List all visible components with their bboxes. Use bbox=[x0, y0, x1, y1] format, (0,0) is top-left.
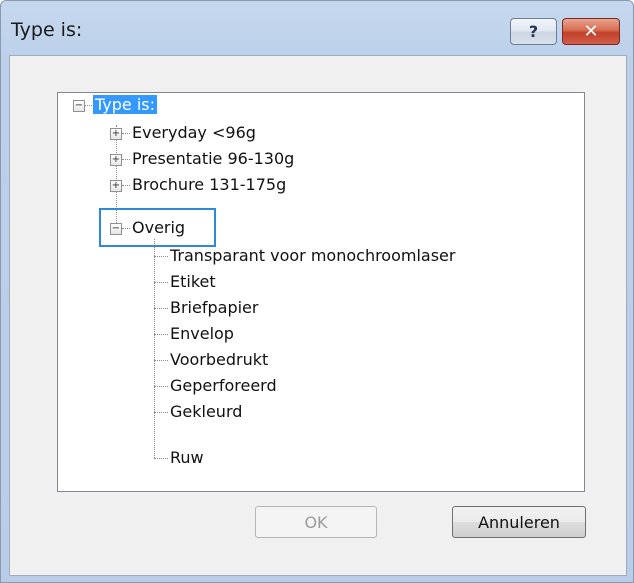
tree-item-envelop[interactable]: Envelop bbox=[170, 323, 234, 345]
tree-item-geperforeerd[interactable]: Geperforeerd bbox=[170, 375, 277, 397]
paper-type-tree[interactable]: − Type is: + Everyday <96g + Presentatie… bbox=[57, 92, 585, 492]
tree-item-briefpapier[interactable]: Briefpapier bbox=[170, 297, 258, 319]
close-icon: ✕ bbox=[583, 21, 599, 42]
tree-item-gekleurd[interactable]: Gekleurd bbox=[170, 401, 242, 423]
tree-item-label: Briefpapier bbox=[170, 298, 259, 317]
dialog-window: Type is: ? ✕ − Type is: + Everyday <96g … bbox=[0, 0, 634, 583]
expand-icon[interactable]: + bbox=[110, 180, 122, 192]
expand-icon[interactable]: + bbox=[110, 154, 122, 166]
tree-item-label: Etiket bbox=[170, 272, 216, 291]
tree-item-label: Envelop bbox=[170, 324, 234, 343]
tree-item-label: Voorbedrukt bbox=[170, 350, 269, 369]
tree-item-label: Brochure 131-175g bbox=[132, 175, 287, 194]
tree-item-etiket[interactable]: Etiket bbox=[170, 271, 216, 293]
close-button[interactable]: ✕ bbox=[562, 18, 620, 45]
tree-item-brochure[interactable]: Brochure 131-175g bbox=[132, 174, 286, 196]
overig-highlight-box bbox=[99, 208, 216, 247]
window-title: Type is: bbox=[11, 19, 83, 41]
tree-item-label: Everyday <96g bbox=[132, 123, 256, 142]
expand-icon[interactable]: + bbox=[110, 128, 122, 140]
tree-item-voorbedrukt[interactable]: Voorbedrukt bbox=[170, 349, 268, 371]
tree-root-label: Type is: bbox=[93, 95, 158, 114]
tree-root[interactable]: Type is: bbox=[93, 94, 158, 116]
tree-item-label: Geperforeerd bbox=[170, 376, 277, 395]
help-button[interactable]: ? bbox=[510, 18, 557, 45]
help-icon: ? bbox=[528, 22, 539, 41]
cancel-button[interactable]: Annuleren bbox=[452, 506, 586, 538]
tree-item-label: Presentatie 96-130g bbox=[132, 149, 295, 168]
tree-item-presentatie[interactable]: Presentatie 96-130g bbox=[132, 148, 294, 170]
tree-item-label: Transparant voor monochroomlaser bbox=[170, 246, 456, 265]
collapse-icon[interactable]: − bbox=[73, 100, 85, 112]
tree-item-everyday[interactable]: Everyday <96g bbox=[132, 122, 256, 144]
tree-item-label: Ruw bbox=[170, 448, 204, 467]
tree-item-transparant[interactable]: Transparant voor monochroomlaser bbox=[170, 245, 455, 267]
tree-item-label: Gekleurd bbox=[170, 402, 243, 421]
ok-button[interactable]: OK bbox=[255, 506, 377, 538]
tree-item-ruw[interactable]: Ruw bbox=[170, 447, 204, 469]
